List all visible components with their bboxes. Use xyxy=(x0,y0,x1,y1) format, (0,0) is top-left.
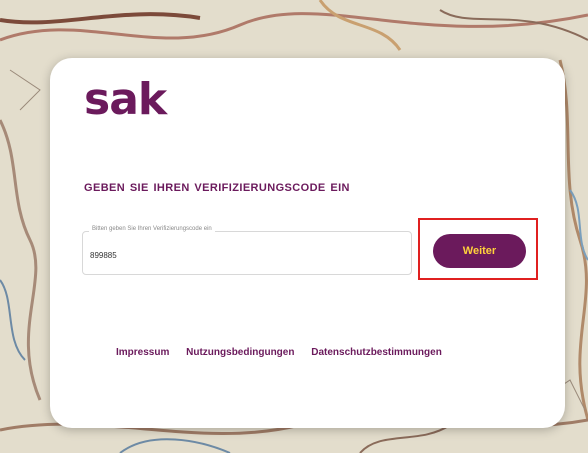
verification-code-label: Bitten geben Sie Ihren Verifizierungscod… xyxy=(89,226,215,232)
verification-code-field[interactable]: Bitten geben Sie Ihren Verifizierungscod… xyxy=(82,226,412,275)
verification-card: sak Geben Sie Ihren Verifizierungscode e… xyxy=(50,58,565,428)
nutzungsbedingungen-link[interactable]: Nutzungsbedingungen xyxy=(186,347,294,358)
weiter-button[interactable]: Weiter xyxy=(433,234,526,268)
datenschutz-link[interactable]: Datenschutzbestimmungen xyxy=(311,347,442,358)
page-heading: Geben Sie Ihren Verifizierungscode ein xyxy=(84,178,350,195)
footer-links: Impressum Nutzungsbedingungen Datenschut… xyxy=(116,347,456,358)
impressum-link[interactable]: Impressum xyxy=(116,347,169,358)
verification-code-input[interactable] xyxy=(90,251,390,260)
sak-logo: sak xyxy=(84,74,167,125)
